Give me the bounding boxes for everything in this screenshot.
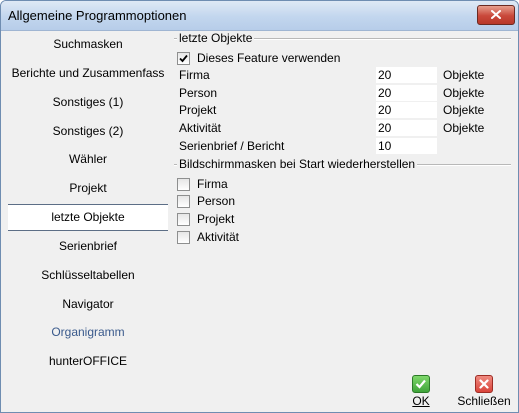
check-icon [412, 375, 430, 393]
restore-projekt-checkbox[interactable] [177, 213, 190, 226]
ok-button[interactable]: OK [406, 375, 436, 408]
section-title: Bildschirmmasken bei Start wiederherstel… [177, 157, 418, 171]
section-title: letzte Objekte [177, 31, 255, 45]
sidebar-item-serienbrief[interactable]: Serienbrief [8, 233, 168, 259]
sidebar-item-navigator[interactable]: Navigator [8, 291, 168, 317]
options-sidebar: Suchmasken Berichte und Zusammenfass Son… [8, 31, 168, 406]
close-icon [491, 10, 501, 19]
use-feature-checkbox[interactable] [177, 52, 190, 65]
sidebar-item-hunteroffice[interactable]: hunterOFFICE [8, 348, 168, 374]
window-title: Allgemeine Programmoptionen [8, 8, 187, 23]
window-close-button[interactable] [477, 5, 515, 25]
firma-count-input[interactable] [376, 67, 437, 83]
person-count-input[interactable] [376, 85, 437, 101]
title-bar[interactable]: Allgemeine Programmoptionen [1, 1, 518, 31]
projekt-unit-label: Objekte [443, 103, 485, 117]
firma-unit-label: Objekte [443, 68, 485, 82]
restore-aktivitaet-label: Aktivität [197, 230, 240, 244]
person-unit-label: Objekte [443, 86, 485, 100]
close-icon [475, 375, 493, 393]
use-feature-label: Dieses Feature verwenden [197, 51, 341, 65]
check-icon [179, 54, 188, 63]
serienbrief-count-input[interactable] [376, 138, 437, 154]
restore-firma-label: Firma [197, 177, 228, 191]
restore-firma-checkbox[interactable] [177, 178, 190, 191]
serienbrief-count-label: Serienbrief / Bericht [179, 139, 285, 153]
restore-aktivitaet-checkbox[interactable] [177, 231, 190, 244]
dialog-body: Suchmasken Berichte und Zusammenfass Son… [6, 31, 513, 408]
restore-person-label: Person [197, 194, 236, 208]
projekt-count-input[interactable] [376, 102, 437, 118]
section-letzte-objekte: letzte Objekte [174, 31, 511, 45]
sidebar-item-waehler[interactable]: Wähler [8, 146, 168, 172]
person-count-label: Person [179, 86, 218, 100]
sidebar-item-suchmasken[interactable]: Suchmasken [8, 31, 168, 57]
sidebar-item-sonstiges-2[interactable]: Sonstiges (2) [8, 118, 168, 144]
sidebar-item-sonstiges-1[interactable]: Sonstiges (1) [8, 89, 168, 115]
sidebar-item-organigramm[interactable]: Organigramm [8, 319, 168, 345]
close-button-label: Schließen [457, 394, 511, 408]
ok-button-label: OK [412, 394, 430, 408]
aktivitaet-count-input[interactable] [376, 120, 437, 136]
restore-person-checkbox[interactable] [177, 195, 190, 208]
firma-count-label: Firma [179, 68, 210, 82]
projekt-count-label: Projekt [179, 103, 217, 117]
close-button[interactable]: Schließen [456, 375, 512, 408]
options-dialog: Allgemeine Programmoptionen Suchmasken B… [0, 0, 519, 413]
aktivitaet-count-label: Aktivität [179, 121, 222, 135]
sidebar-item-projekt[interactable]: Projekt [8, 175, 168, 201]
sidebar-item-letzte-objekte[interactable]: letzte Objekte [8, 204, 168, 231]
restore-projekt-label: Projekt [197, 212, 235, 226]
aktivitaet-unit-label: Objekte [443, 121, 485, 135]
sidebar-item-schluesseltabellen[interactable]: Schlüsseltabellen [8, 262, 168, 288]
sidebar-item-berichte[interactable]: Berichte und Zusammenfass [8, 60, 168, 86]
section-bildschirmmasken: Bildschirmmasken bei Start wiederherstel… [174, 157, 511, 171]
